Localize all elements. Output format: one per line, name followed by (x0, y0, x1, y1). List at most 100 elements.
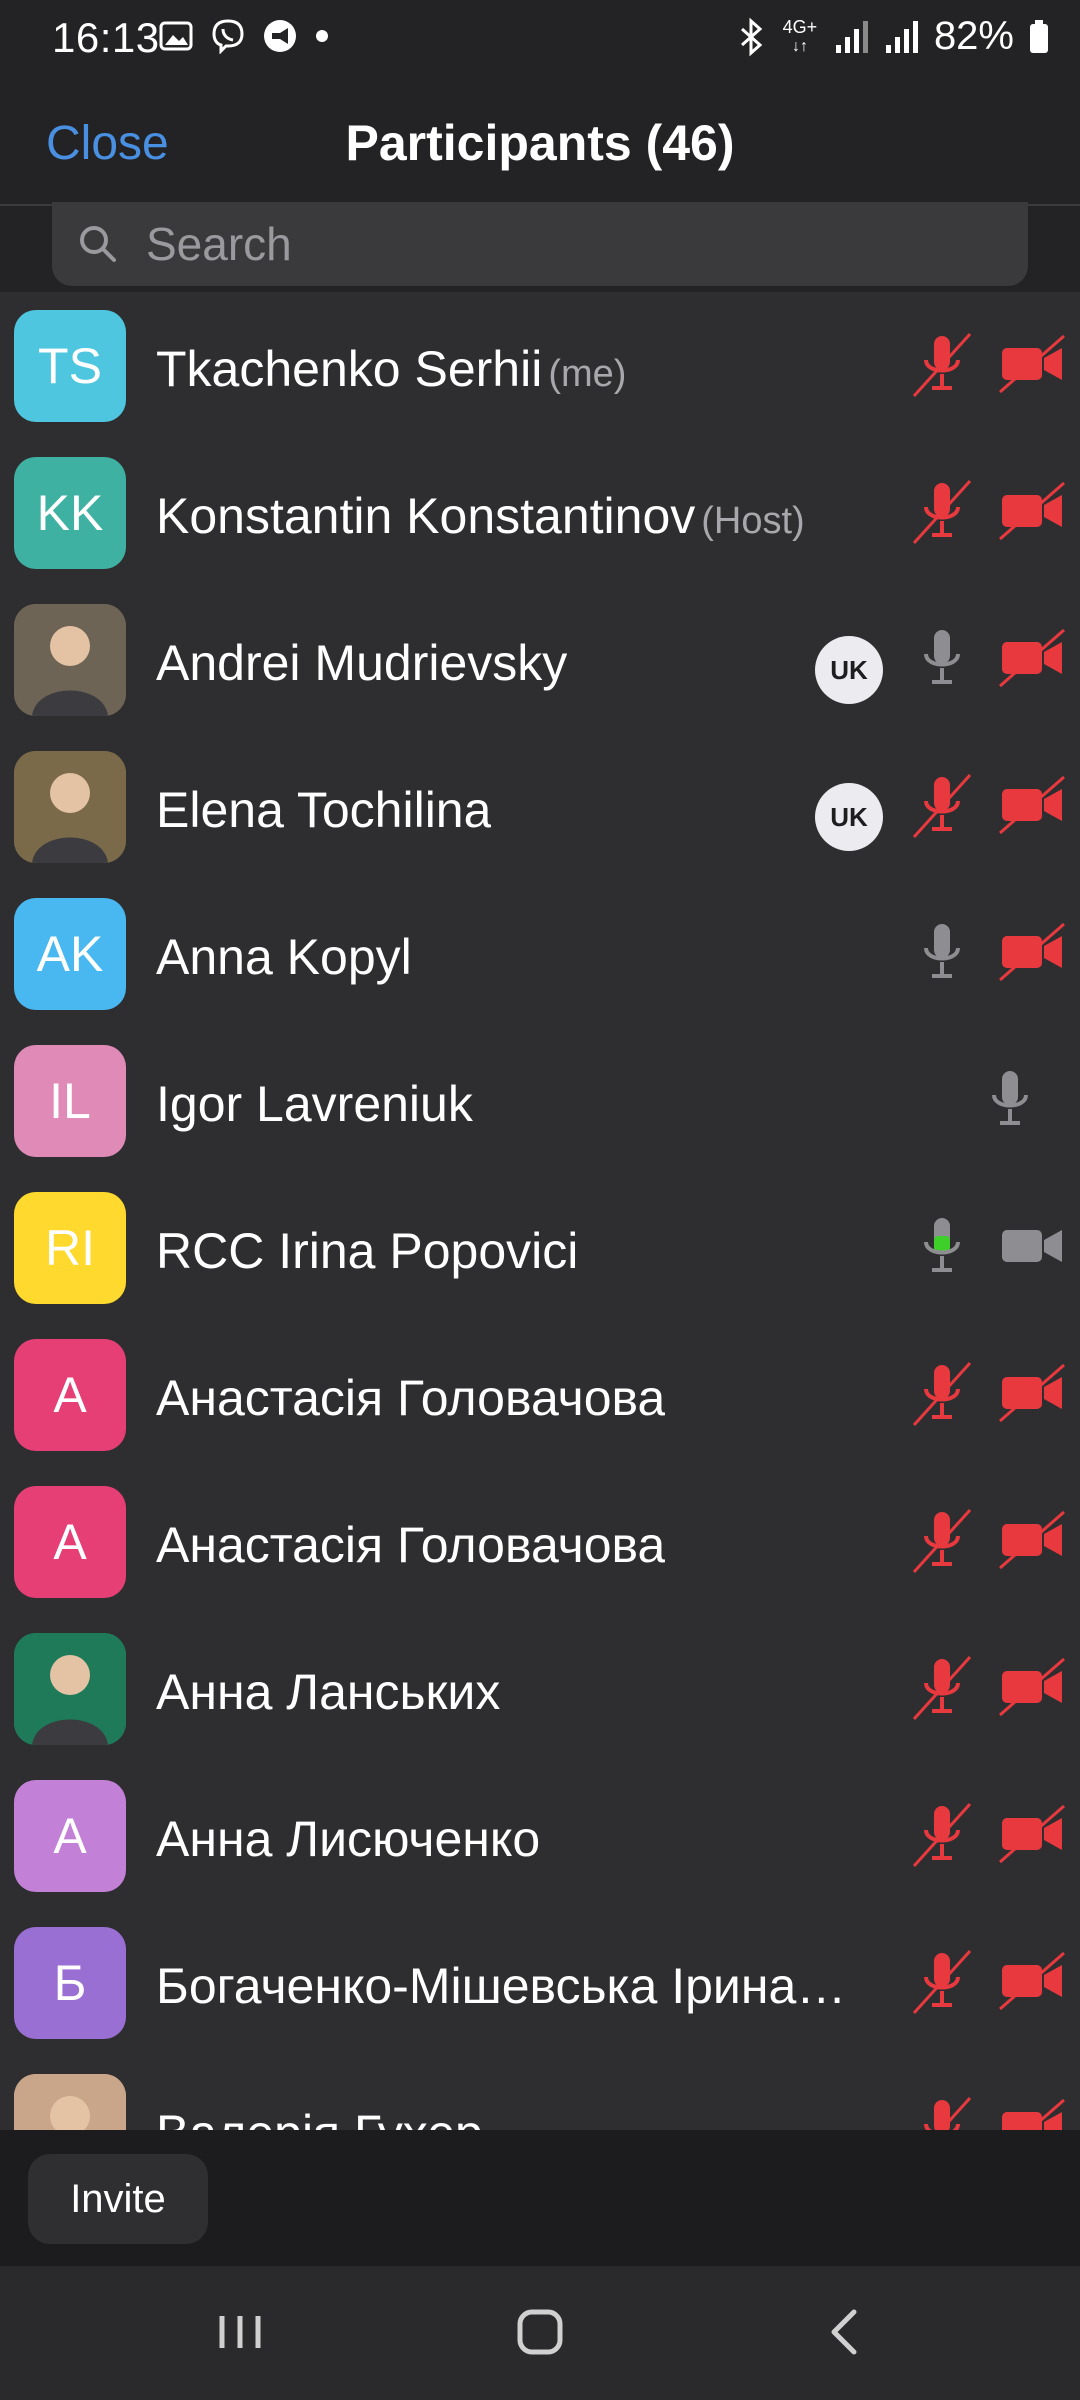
avatar: RI (14, 1192, 126, 1304)
bottom-bar: Invite (0, 2130, 1080, 2266)
mic-muted-icon[interactable] (912, 1506, 972, 1576)
participant-name: Tkachenko Serhii (me) (156, 340, 626, 398)
mic-muted-icon[interactable] (912, 477, 972, 547)
participant-name: Andrei Mudrievsky (156, 634, 567, 692)
back-icon[interactable] (804, 2302, 884, 2362)
mic-speaking-icon[interactable] (912, 1212, 972, 1282)
participant-row[interactable]: IL Igor Lavreniuk (0, 1027, 1080, 1174)
avatar (14, 604, 126, 716)
viber-icon (212, 19, 244, 54)
photo-avatar-icon (14, 1633, 126, 1745)
participant-name: Анна Лисюченко (156, 1810, 540, 1868)
participant-row[interactable]: KK Konstantin Konstantinov (Host) (0, 439, 1080, 586)
dot-icon (316, 30, 328, 42)
video-off-icon[interactable] (998, 922, 1066, 982)
network-type: 4G+ ↓↑ (782, 16, 818, 55)
battery-percent: 82% (933, 14, 1014, 58)
status-time: 16:13 (52, 14, 160, 61)
mic-muted-icon[interactable] (912, 1800, 972, 1870)
avatar: TS (14, 310, 126, 422)
mic-muted-icon[interactable] (912, 1947, 972, 2017)
participant-row[interactable]: Andrei Mudrievsky UK (0, 586, 1080, 733)
mic-icon[interactable] (980, 1065, 1040, 1135)
language-badge: UK (815, 636, 883, 704)
avatar: IL (14, 1045, 126, 1157)
signal-icon (835, 20, 868, 53)
participant-row[interactable]: А Анна Лисюченко (0, 1762, 1080, 1909)
avatar (14, 1633, 126, 1745)
status-bar: 16:13 4G+ ↓↑ 82% (0, 0, 1080, 80)
participant-row[interactable]: А Анастасія Головачова (0, 1468, 1080, 1615)
page-title: Participants (46) (345, 115, 735, 171)
video-icon[interactable] (998, 1216, 1066, 1276)
avatar (14, 751, 126, 863)
bluetooth-icon (740, 17, 763, 56)
participant-name: Konstantin Konstantinov (Host) (156, 487, 805, 545)
participant-row[interactable]: AK Anna Kopyl (0, 880, 1080, 1027)
participant-name-text: Tkachenko Serhii (156, 341, 543, 397)
invite-button[interactable]: Invite (28, 2154, 208, 2244)
megaphone-icon (264, 20, 296, 52)
gallery-icon (159, 21, 193, 51)
search-icon (80, 226, 116, 262)
video-off-icon[interactable] (998, 628, 1066, 688)
mic-muted-icon[interactable] (912, 771, 972, 841)
mic-icon[interactable] (912, 624, 972, 694)
participant-name: Анна Ланських (156, 1663, 500, 1721)
photo-avatar-icon (14, 604, 126, 716)
participant-name: Anna Kopyl (156, 928, 412, 986)
participant-name: Валерія Гухер (156, 2104, 483, 2130)
mic-icon[interactable] (912, 918, 972, 988)
video-off-icon[interactable] (998, 1363, 1066, 1423)
search-box[interactable] (52, 202, 1028, 286)
participant-name-text: Анна Лисюченко (156, 1811, 541, 1867)
participant-name-text: Анастасія Головачова (156, 1370, 666, 1426)
video-off-icon[interactable] (998, 775, 1066, 835)
mic-muted-icon[interactable] (912, 1653, 972, 1723)
avatar (14, 2074, 126, 2130)
avatar: Б (14, 1927, 126, 2039)
participants-header: Close Participants (46) (0, 80, 1080, 206)
photo-avatar-icon (14, 2074, 126, 2130)
participant-name: Elena Tochilina (156, 781, 491, 839)
mic-muted-icon[interactable] (912, 2094, 972, 2130)
participant-row[interactable]: Валерія Гухер (0, 2056, 1080, 2130)
participant-name: Богаченко-Мішевська Ірина… (156, 1957, 846, 2015)
participant-name-text: Anna Kopyl (156, 929, 412, 985)
mic-muted-icon[interactable] (912, 1359, 972, 1429)
video-off-icon[interactable] (998, 334, 1066, 394)
participant-row[interactable]: Elena Tochilina UK (0, 733, 1080, 880)
avatar: А (14, 1780, 126, 1892)
home-icon[interactable] (500, 2302, 580, 2362)
system-nav-bar (0, 2266, 1080, 2400)
status-right: 4G+ ↓↑ 82% (738, 14, 1050, 59)
video-off-icon[interactable] (998, 1510, 1066, 1570)
participant-row[interactable]: Анна Ланських (0, 1615, 1080, 1762)
participant-row[interactable]: TS Tkachenko Serhii (me) (0, 292, 1080, 439)
participant-row[interactable]: А Анастасія Головачова (0, 1321, 1080, 1468)
participant-row[interactable]: Б Богаченко-Мішевська Ірина… (0, 1909, 1080, 2056)
participant-name: Анастасія Головачова (156, 1369, 665, 1427)
participant-role-tag: (Host) (701, 500, 805, 542)
video-off-icon[interactable] (998, 1951, 1066, 2011)
participant-list[interactable]: TS Tkachenko Serhii (me) KK Konstantin Konst… (0, 292, 1080, 2130)
participant-name-text: Анастасія Головачова (156, 1517, 666, 1573)
search-bar (0, 202, 1080, 292)
participant-row[interactable]: RI RCC Irina Popovici (0, 1174, 1080, 1321)
participant-name: Анастасія Головачова (156, 1516, 665, 1574)
search-input[interactable] (144, 216, 948, 272)
video-off-icon[interactable] (998, 1804, 1066, 1864)
notification-icons (158, 18, 330, 54)
video-off-icon[interactable] (998, 481, 1066, 541)
participant-role-tag: (me) (548, 353, 627, 395)
battery-icon (1030, 19, 1048, 53)
avatar: А (14, 1486, 126, 1598)
video-off-icon[interactable] (998, 2098, 1066, 2130)
recent-apps-icon[interactable] (200, 2302, 280, 2362)
avatar: А (14, 1339, 126, 1451)
participant-name-text: Валерія Гухер (156, 2105, 483, 2130)
mic-muted-icon[interactable] (912, 330, 972, 400)
participant-name: Igor Lavreniuk (156, 1075, 473, 1133)
video-off-icon[interactable] (998, 1657, 1066, 1717)
participant-name-text: RCC Irina Popovici (156, 1223, 579, 1279)
